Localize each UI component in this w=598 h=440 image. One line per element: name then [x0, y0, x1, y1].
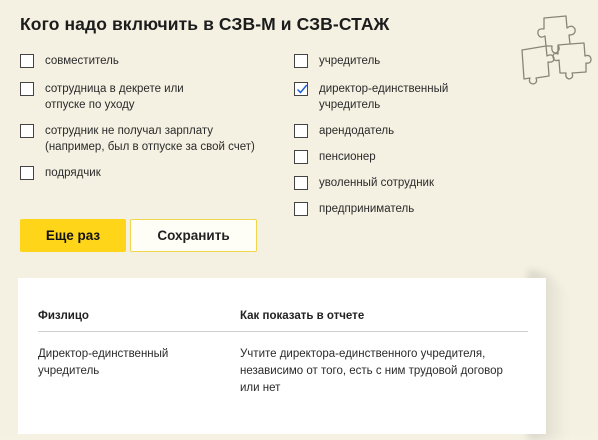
- puzzle-icon: [521, 15, 592, 85]
- cell-person: Директор-единственный учредитель: [38, 348, 169, 377]
- option-label: учредитель: [319, 55, 381, 67]
- save-button[interactable]: Сохранить: [130, 219, 257, 252]
- option-label: совместитель: [45, 55, 119, 67]
- checkbox[interactable]: [294, 176, 308, 190]
- option-label: уволенный сотрудник: [319, 177, 435, 189]
- cell-how: Учтите директора-единственного учредител…: [240, 348, 503, 394]
- checkbox[interactable]: [20, 82, 34, 96]
- option-label: подрядчик: [45, 167, 101, 179]
- option-label: арендодатель: [319, 125, 395, 137]
- checkbox[interactable]: [294, 202, 308, 216]
- checkbox[interactable]: [20, 166, 34, 180]
- again-button[interactable]: Еще раз: [20, 219, 126, 252]
- header-divider: [38, 331, 528, 332]
- page-title: Кого надо включить в СЗВ-М и СЗВ-СТАЖ: [20, 14, 390, 34]
- option-label: пенсионер: [319, 151, 376, 163]
- option-label: директор-единственный учредитель: [319, 83, 449, 111]
- checkbox[interactable]: [294, 54, 308, 68]
- quiz-widget: Кого надо включить в СЗВ-М и СЗВ-СТАЖ со…: [0, 0, 598, 440]
- checkbox[interactable]: [294, 150, 308, 164]
- option-label: предприниматель: [319, 203, 415, 215]
- option-label: сотрудник не получал зарплату (например, …: [45, 125, 255, 153]
- result-card: Физлицо Как показать в отчете Директор-е…: [18, 278, 546, 434]
- checkbox[interactable]: [20, 124, 34, 138]
- checkbox[interactable]: [294, 124, 308, 138]
- column-header-how: Как показать в отчете: [240, 310, 365, 322]
- checkbox-checked[interactable]: [294, 82, 308, 96]
- checkmark-icon: [296, 84, 308, 94]
- column-header-person: Физлицо: [38, 310, 89, 322]
- checkbox[interactable]: [20, 54, 34, 68]
- option-label: сотрудница в декрете или отпуске по уходу: [45, 83, 184, 111]
